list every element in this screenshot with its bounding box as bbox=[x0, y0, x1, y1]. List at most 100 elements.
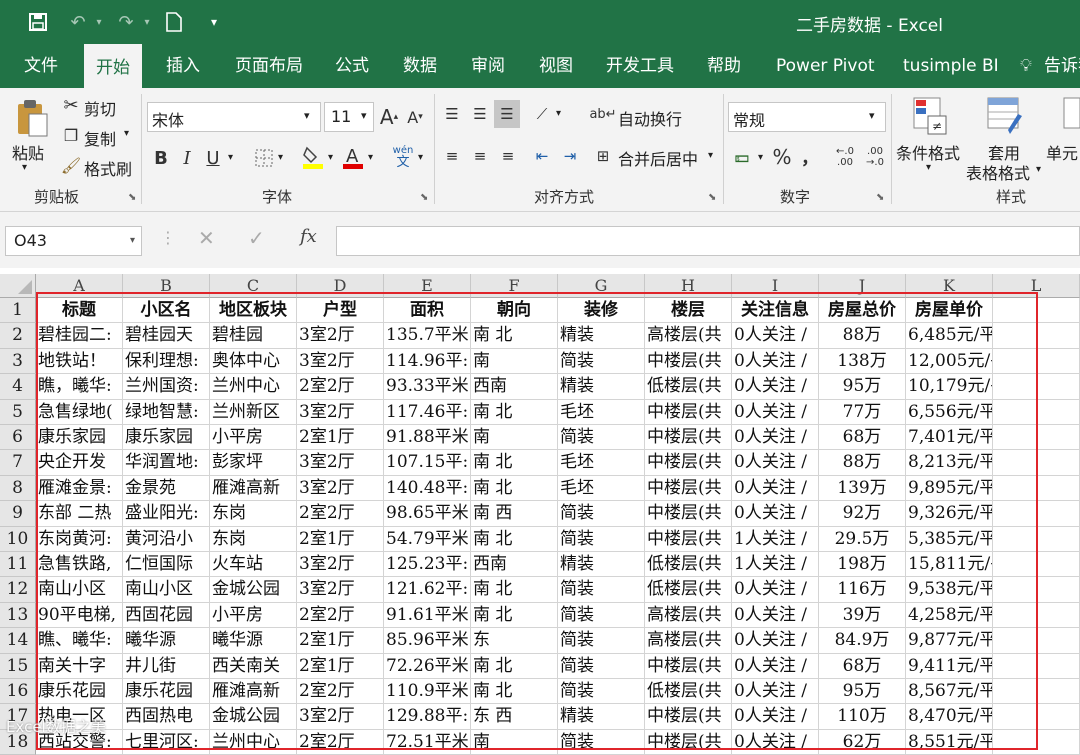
format-as-table-dropdown-icon[interactable]: ▾ bbox=[1036, 164, 1041, 175]
cell-G16[interactable]: 简装 bbox=[558, 679, 645, 705]
cell-K1[interactable]: 房屋单价 bbox=[906, 298, 993, 324]
name-box-dropdown-icon[interactable]: ▾ bbox=[130, 227, 135, 255]
cell-K16[interactable]: 8,567元/平 bbox=[906, 679, 993, 705]
cell-J8[interactable]: 139万 bbox=[819, 475, 906, 502]
cell-J2[interactable]: 88万 bbox=[819, 323, 906, 349]
cell-F17[interactable]: 东 西 bbox=[471, 704, 558, 730]
increase-decimal-button[interactable]: ←.0 .00 bbox=[830, 144, 860, 170]
row-header[interactable]: 1 bbox=[0, 298, 36, 324]
cell-E5[interactable]: 117.46平: bbox=[384, 399, 471, 425]
tab-home[interactable]: 开始 bbox=[84, 44, 142, 88]
format-as-table-button[interactable]: 表格格式 bbox=[966, 160, 1030, 184]
cell-F12[interactable]: 南 北 bbox=[471, 577, 558, 603]
cell-G1[interactable]: 装修 bbox=[558, 298, 645, 324]
cell-G3[interactable]: 简装 bbox=[558, 348, 645, 375]
alignment-launcher-icon[interactable]: ⬊ bbox=[708, 192, 716, 203]
redo-dropdown-icon[interactable]: ▾ bbox=[140, 8, 154, 36]
copy-dropdown-icon[interactable]: ▾ bbox=[124, 128, 129, 139]
cell-J10[interactable]: 29.5万 bbox=[819, 526, 906, 552]
cell-K12[interactable]: 9,538元/平 bbox=[906, 577, 993, 603]
cell-C15[interactable]: 西关南关 bbox=[210, 653, 297, 679]
phonetic-dropdown-icon[interactable]: ▾ bbox=[418, 152, 423, 163]
font-name-select[interactable]: 宋体 ▾ bbox=[147, 102, 321, 132]
paste-button[interactable]: 粘贴 bbox=[12, 140, 44, 164]
font-name-dropdown-icon[interactable]: ▾ bbox=[304, 109, 310, 122]
cell-E15[interactable]: 72.26平米 bbox=[384, 653, 471, 679]
cell-C18[interactable]: 兰州中心 bbox=[210, 729, 297, 755]
tab-review[interactable]: 审阅 bbox=[471, 44, 505, 88]
format-painter-button[interactable]: 格式刷 bbox=[84, 156, 132, 180]
cell-K8[interactable]: 9,895元/平 bbox=[906, 475, 993, 502]
format-as-table-icon[interactable] bbox=[984, 94, 1026, 138]
align-right-icon[interactable]: ≡ bbox=[496, 144, 520, 168]
cell-D5[interactable]: 3室2厅 bbox=[297, 399, 384, 425]
cell-A15[interactable]: 南关十字 bbox=[36, 653, 123, 679]
cell-L13[interactable] bbox=[993, 602, 1080, 629]
cell-I4[interactable]: 0人关注 / bbox=[732, 374, 819, 400]
decrease-decimal-button[interactable]: .00 →.0 bbox=[862, 144, 888, 170]
conditional-format-button[interactable]: 条件格式 bbox=[896, 140, 960, 164]
cell-J5[interactable]: 77万 bbox=[819, 399, 906, 425]
cell-F1[interactable]: 朝向 bbox=[471, 298, 558, 324]
tab-data[interactable]: 数据 bbox=[403, 44, 437, 88]
cell-F16[interactable]: 南 北 bbox=[471, 679, 558, 705]
currency-icon[interactable]: 💵︎ bbox=[730, 144, 754, 170]
cell-I1[interactable]: 关注信息 bbox=[732, 298, 819, 324]
cell-A4[interactable]: 瞧，曦华: bbox=[36, 374, 123, 400]
cell-C10[interactable]: 东岗 bbox=[210, 526, 297, 552]
cell-G15[interactable]: 简装 bbox=[558, 653, 645, 679]
cell-K7[interactable]: 8,213元/平 bbox=[906, 450, 993, 476]
cell-C5[interactable]: 兰州新区 bbox=[210, 399, 297, 425]
cell-B2[interactable]: 碧桂园天 bbox=[123, 323, 210, 349]
cell-I5[interactable]: 0人关注 / bbox=[732, 399, 819, 425]
undo-icon[interactable]: ↶ bbox=[64, 8, 92, 36]
tab-tusimple-bi[interactable]: tusimple BI bbox=[903, 44, 999, 88]
borders-icon[interactable] bbox=[252, 144, 276, 172]
cell-H10[interactable]: 中楼层(共 bbox=[645, 526, 732, 552]
cell-J13[interactable]: 39万 bbox=[819, 602, 906, 629]
cell-K13[interactable]: 4,258元/平 bbox=[906, 602, 993, 629]
cell-J15[interactable]: 68万 bbox=[819, 653, 906, 679]
cell-B3[interactable]: 保利理想: bbox=[123, 348, 210, 375]
row-header[interactable]: 10 bbox=[0, 526, 36, 552]
cell-E7[interactable]: 107.15平: bbox=[384, 450, 471, 476]
cell-H17[interactable]: 中楼层(共 bbox=[645, 704, 732, 730]
comma-button[interactable]: ， bbox=[798, 144, 822, 170]
cell-E4[interactable]: 93.33平米 bbox=[384, 374, 471, 400]
cell-G7[interactable]: 毛坯 bbox=[558, 450, 645, 476]
cell-A11[interactable]: 急售铁路, bbox=[36, 552, 123, 578]
cell-A3[interactable]: 地铁站！ bbox=[36, 348, 123, 375]
font-size-select[interactable]: 11 ▾ bbox=[324, 102, 374, 132]
cell-E3[interactable]: 114.96平: bbox=[384, 348, 471, 375]
cell-J4[interactable]: 95万 bbox=[819, 374, 906, 400]
cell-F18[interactable]: 南 bbox=[471, 729, 558, 755]
cell-E12[interactable]: 121.62平: bbox=[384, 577, 471, 603]
cell-D13[interactable]: 2室2厅 bbox=[297, 602, 384, 629]
cell-E14[interactable]: 85.96平米 bbox=[384, 628, 471, 654]
column-header-A[interactable]: A bbox=[36, 274, 123, 298]
cell-H18[interactable]: 中楼层(共 bbox=[645, 729, 732, 755]
cell-H6[interactable]: 中楼层(共 bbox=[645, 425, 732, 451]
cell-C16[interactable]: 雁滩高新 bbox=[210, 679, 297, 705]
cell-D11[interactable]: 3室2厅 bbox=[297, 552, 384, 578]
tab-view[interactable]: 视图 bbox=[539, 44, 573, 88]
cell-F14[interactable]: 东 bbox=[471, 628, 558, 654]
column-header-H[interactable]: H bbox=[645, 274, 732, 298]
cell-F13[interactable]: 南 北 bbox=[471, 602, 558, 629]
bold-button[interactable]: B bbox=[150, 144, 172, 172]
column-header-F[interactable]: F bbox=[471, 274, 558, 298]
cell-I18[interactable]: 0人关注 / bbox=[732, 729, 819, 755]
merge-dropdown-icon[interactable]: ▾ bbox=[708, 150, 713, 161]
font-launcher-icon[interactable]: ⬊ bbox=[420, 192, 428, 203]
italic-button[interactable]: I bbox=[176, 144, 198, 172]
cell-E13[interactable]: 91.61平米 bbox=[384, 602, 471, 629]
borders-dropdown-icon[interactable]: ▾ bbox=[278, 152, 283, 163]
fill-color-icon[interactable] bbox=[300, 142, 326, 172]
cell-H12[interactable]: 低楼层(共 bbox=[645, 577, 732, 603]
row-header[interactable]: 15 bbox=[0, 653, 36, 679]
cell-D7[interactable]: 3室2厅 bbox=[297, 450, 384, 476]
cell-D14[interactable]: 2室1厅 bbox=[297, 628, 384, 654]
row-header[interactable]: 2 bbox=[0, 323, 36, 349]
cell-F6[interactable]: 南 bbox=[471, 425, 558, 451]
row-header[interactable]: 12 bbox=[0, 577, 36, 603]
